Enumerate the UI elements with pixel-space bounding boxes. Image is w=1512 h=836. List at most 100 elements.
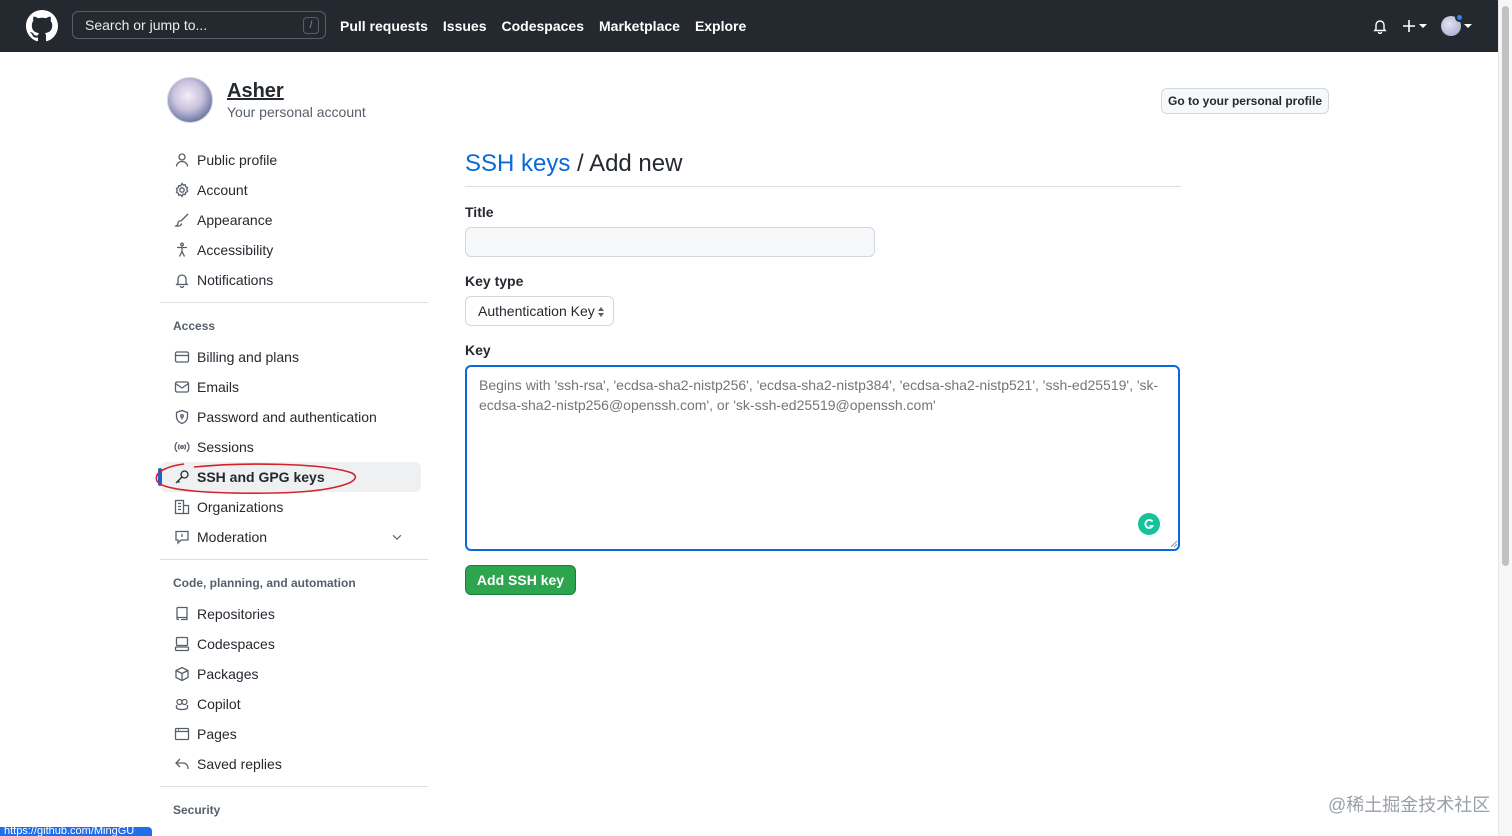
- sidebar-item-notifications[interactable]: Notifications: [160, 265, 421, 295]
- page-title: SSH keys / Add new: [465, 150, 682, 178]
- breadcrumb-ssh-keys-link[interactable]: SSH keys: [465, 150, 570, 177]
- search-input[interactable]: Search or jump to... /: [72, 11, 326, 39]
- global-nav: Pull requests Issues Codespaces Marketpl…: [340, 0, 746, 52]
- sidebar-divider: [160, 786, 428, 787]
- gear-icon: [175, 182, 189, 198]
- key-field-label: Key: [465, 342, 491, 358]
- nav-explore[interactable]: Explore: [695, 18, 746, 34]
- page-scrollbar[interactable]: [1498, 0, 1512, 836]
- notification-dot: [1455, 13, 1464, 22]
- scrollbar-thumb[interactable]: [1502, 6, 1509, 566]
- resize-handle-icon[interactable]: [1170, 540, 1178, 548]
- title-input[interactable]: [465, 227, 875, 257]
- comment-icon: [175, 530, 189, 545]
- nav-pull-requests[interactable]: Pull requests: [340, 18, 428, 34]
- bell-icon[interactable]: [1372, 18, 1388, 34]
- account-avatar: [167, 77, 213, 123]
- sidebar-item-appearance[interactable]: Appearance: [160, 205, 421, 235]
- sidebar-item-label: Codespaces: [197, 636, 275, 652]
- plus-icon: [1403, 20, 1415, 32]
- sidebar-item-emails[interactable]: Emails: [160, 372, 421, 402]
- repo-icon: [176, 606, 188, 621]
- select-arrows-icon: [598, 307, 604, 317]
- add-ssh-key-button[interactable]: Add SSH key: [465, 565, 576, 595]
- sidebar-item-organizations[interactable]: Organizations: [160, 492, 421, 522]
- sidebar-item-sessions[interactable]: Sessions: [160, 432, 421, 462]
- sidebar-item-label: Moderation: [197, 529, 268, 545]
- sidebar-item-label: Packages: [197, 666, 259, 682]
- create-new-menu[interactable]: [1402, 19, 1427, 33]
- sidebar-item-public-profile[interactable]: Public profile: [160, 145, 421, 175]
- sidebar-item-label: Repositories: [197, 606, 275, 622]
- sidebar-item-label: Organizations: [197, 499, 284, 515]
- sidebar-item-repositories[interactable]: Repositories: [160, 599, 421, 629]
- sidebar-item-ssh-gpg-keys[interactable]: SSH and GPG keys: [158, 462, 421, 492]
- sidebar-item-label: Public profile: [197, 152, 278, 168]
- sidebar-item-label: Notifications: [197, 272, 274, 288]
- github-logo-icon[interactable]: [26, 10, 58, 42]
- sidebar-item-label: Appearance: [197, 212, 273, 228]
- sidebar-item-label: Accessibility: [197, 242, 274, 258]
- grammarly-icon[interactable]: [1138, 513, 1160, 535]
- chevron-down-icon[interactable]: [390, 530, 404, 544]
- nav-codespaces[interactable]: Codespaces: [502, 18, 584, 34]
- sidebar-item-label: SSH and GPG keys: [197, 469, 325, 485]
- sidebar-divider: [160, 302, 428, 303]
- sidebar-section-heading: Security: [173, 803, 221, 817]
- header-actions: [1372, 0, 1472, 52]
- sidebar-section-heading: Code, planning, and automation: [173, 576, 356, 590]
- broadcast-icon: [174, 441, 190, 453]
- sidebar-item-label: Pages: [197, 726, 237, 742]
- sidebar-item-saved-replies[interactable]: Saved replies: [160, 749, 421, 779]
- sidebar-item-copilot[interactable]: Copilot: [160, 689, 421, 719]
- sidebar-item-password-auth[interactable]: Password and authentication: [160, 402, 421, 432]
- top-header: Search or jump to... / Pull requests Iss…: [0, 0, 1512, 52]
- sidebar-item-account[interactable]: Account: [160, 175, 421, 205]
- sidebar-item-pages[interactable]: Pages: [160, 719, 421, 749]
- package-icon: [175, 666, 189, 682]
- sidebar-divider: [160, 559, 428, 560]
- sidebar-item-label: Saved replies: [197, 756, 282, 772]
- codespaces-icon: [174, 636, 190, 652]
- browser-icon: [174, 727, 190, 741]
- key-icon: [175, 470, 189, 484]
- sidebar-item-label: Sessions: [197, 439, 254, 455]
- credit-card-icon: [174, 351, 190, 363]
- go-to-profile-button[interactable]: Go to your personal profile: [1161, 88, 1329, 114]
- sidebar-item-label: Password and authentication: [197, 409, 377, 425]
- avatar: [1441, 13, 1464, 36]
- settings-sidebar: Public profile Account Appearance Access…: [158, 145, 428, 826]
- account-subtitle: Your personal account: [227, 104, 366, 120]
- account-name-link[interactable]: Asher: [227, 80, 284, 103]
- sidebar-item-billing[interactable]: Billing and plans: [160, 342, 421, 372]
- title-divider: [465, 186, 1181, 187]
- key-type-select[interactable]: Authentication Key: [465, 296, 614, 326]
- person-icon: [175, 153, 189, 167]
- user-menu[interactable]: [1441, 13, 1472, 36]
- copilot-icon: [175, 698, 189, 711]
- breadcrumb-separator: /: [570, 150, 590, 177]
- key-textarea[interactable]: [465, 365, 1180, 551]
- sidebar-item-label: Account: [197, 182, 248, 198]
- breadcrumb-current: Add new: [589, 150, 683, 177]
- title-field-label: Title: [465, 204, 494, 220]
- watermark-text: @稀土掘金技术社区: [1328, 795, 1491, 815]
- chevron-down-icon: [1464, 24, 1472, 28]
- bell-icon: [175, 274, 189, 288]
- organization-icon: [174, 499, 190, 515]
- sidebar-item-packages[interactable]: Packages: [160, 659, 421, 689]
- search-placeholder: Search or jump to...: [85, 17, 208, 33]
- key-type-selected-value: Authentication Key: [478, 303, 595, 319]
- nav-marketplace[interactable]: Marketplace: [599, 18, 680, 34]
- link-status-bar: https://github.com/MingGU: [0, 827, 152, 836]
- sidebar-item-accessibility[interactable]: Accessibility: [160, 235, 421, 265]
- paintbrush-icon: [174, 213, 189, 227]
- nav-issues[interactable]: Issues: [443, 18, 487, 34]
- sidebar-item-label: Billing and plans: [197, 349, 299, 365]
- mail-icon: [174, 381, 190, 393]
- reply-icon: [175, 758, 189, 769]
- sidebar-item-codespaces[interactable]: Codespaces: [160, 629, 421, 659]
- sidebar-item-label: Copilot: [197, 696, 241, 712]
- sidebar-item-moderation[interactable]: Moderation: [160, 522, 421, 552]
- sidebar-item-label: Emails: [197, 379, 240, 395]
